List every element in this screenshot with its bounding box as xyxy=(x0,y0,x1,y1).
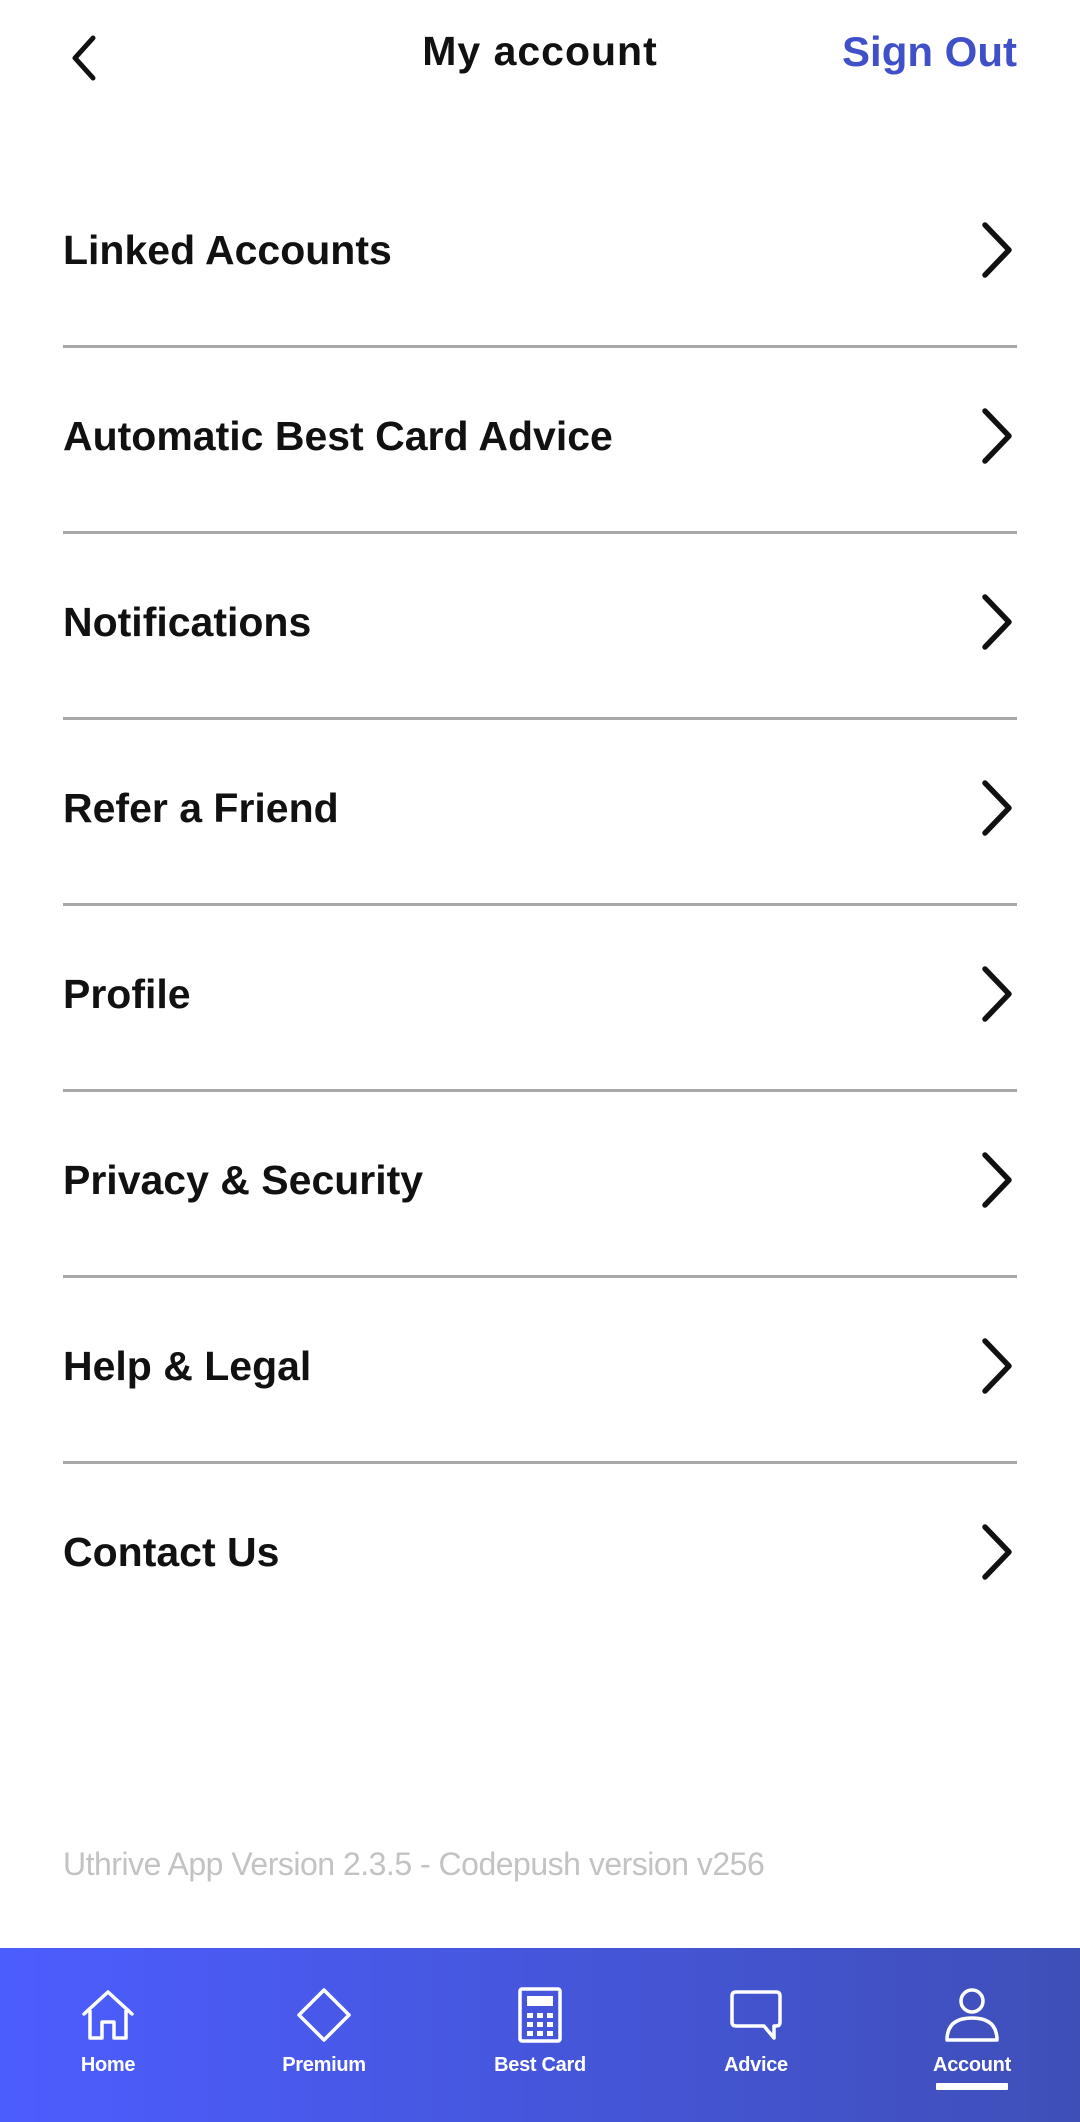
menu-item-label: Help & Legal xyxy=(63,1342,312,1389)
divider xyxy=(63,717,1017,720)
chevron-right-icon xyxy=(982,594,1012,650)
menu-item-contact-us[interactable]: Contact Us xyxy=(63,1487,1017,1673)
menu-item-automatic-best-card-advice[interactable]: Automatic Best Card Advice xyxy=(63,371,1017,557)
menu-item-label: Privacy & Security xyxy=(63,1156,424,1203)
chevron-right-icon xyxy=(982,780,1012,836)
back-button[interactable] xyxy=(56,22,112,94)
person-icon xyxy=(945,1988,999,2042)
tab-label: Home xyxy=(80,2054,136,2076)
chat-bubble-icon xyxy=(730,1990,782,2040)
account-menu: Linked Accounts Automatic Best Card Advi… xyxy=(63,185,1017,1673)
tab-best-card[interactable]: Best Card xyxy=(432,1948,648,2122)
tab-premium[interactable]: Premium xyxy=(216,1948,432,2122)
tab-account[interactable]: Account xyxy=(864,1948,1080,2122)
chevron-right-icon xyxy=(982,966,1012,1022)
menu-item-label: Contact Us xyxy=(63,1528,280,1575)
divider xyxy=(63,531,1017,534)
sign-out-button[interactable]: Sign Out xyxy=(842,28,1017,76)
active-tab-indicator xyxy=(936,2083,1008,2090)
menu-item-profile[interactable]: Profile xyxy=(63,929,1017,1115)
tab-label: Best Card xyxy=(494,2054,586,2076)
divider xyxy=(63,1461,1017,1464)
chevron-right-icon xyxy=(982,222,1012,278)
home-icon xyxy=(82,1990,134,2040)
bottom-tab-bar: Home Premium Best Card Advice Account xyxy=(0,1948,1080,2122)
app-version-text: Uthrive App Version 2.3.5 - Codepush ver… xyxy=(63,1846,765,1882)
divider xyxy=(63,1089,1017,1092)
menu-item-label: Profile xyxy=(63,970,191,1017)
calculator-icon xyxy=(518,1987,562,2043)
divider xyxy=(63,903,1017,906)
divider xyxy=(63,345,1017,348)
menu-item-label: Refer a Friend xyxy=(63,784,339,831)
menu-item-label: Automatic Best Card Advice xyxy=(63,412,613,459)
menu-item-linked-accounts[interactable]: Linked Accounts xyxy=(63,185,1017,371)
diamond-icon xyxy=(297,1988,351,2042)
tab-home[interactable]: Home xyxy=(0,1948,216,2122)
top-bar: My account Sign Out xyxy=(0,0,1080,120)
chevron-right-icon xyxy=(982,1152,1012,1208)
menu-item-label: Notifications xyxy=(63,598,312,645)
tab-advice[interactable]: Advice xyxy=(648,1948,864,2122)
chevron-left-icon xyxy=(72,35,96,81)
chevron-right-icon xyxy=(982,408,1012,464)
chevron-right-icon xyxy=(982,1524,1012,1580)
menu-item-refer-a-friend[interactable]: Refer a Friend xyxy=(63,743,1017,929)
menu-item-help-legal[interactable]: Help & Legal xyxy=(63,1301,1017,1487)
menu-item-notifications[interactable]: Notifications xyxy=(63,557,1017,743)
menu-item-label: Linked Accounts xyxy=(63,226,392,273)
menu-item-privacy-security[interactable]: Privacy & Security xyxy=(63,1115,1017,1301)
tab-label: Account xyxy=(933,2054,1011,2076)
tab-label: Advice xyxy=(724,2054,788,2076)
tab-label: Premium xyxy=(282,2054,366,2076)
divider xyxy=(63,1275,1017,1278)
chevron-right-icon xyxy=(982,1338,1012,1394)
